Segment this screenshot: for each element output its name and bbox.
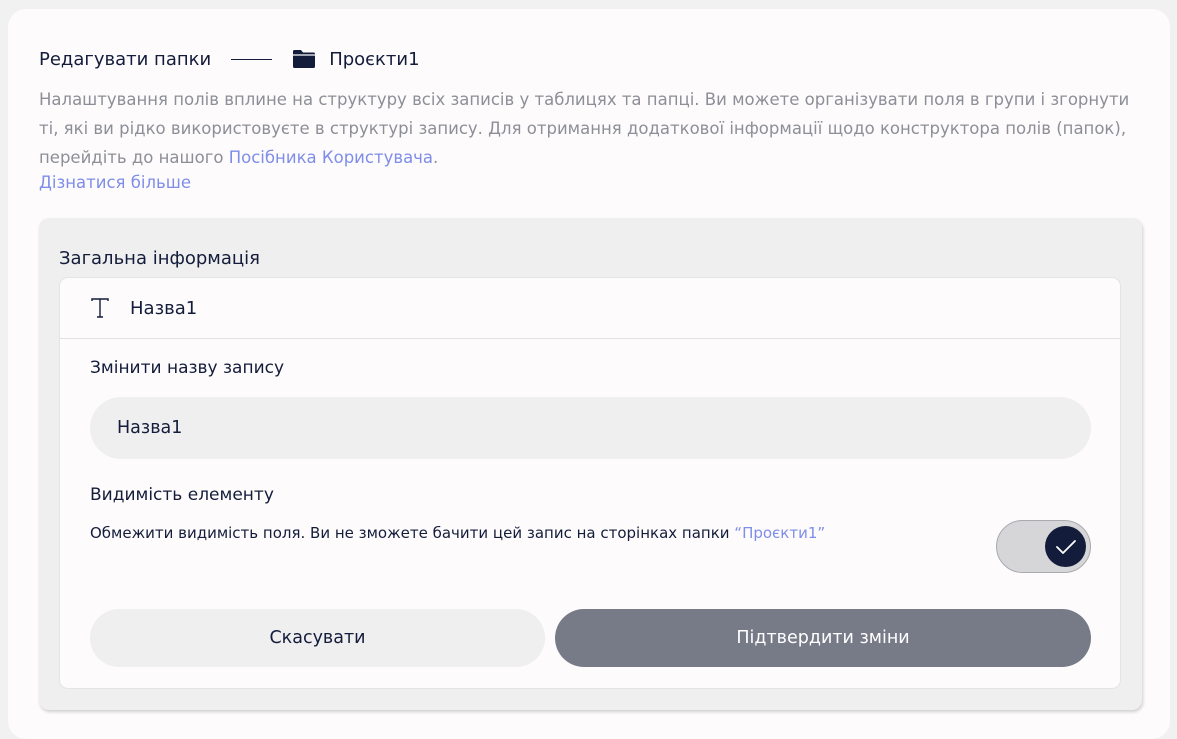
description-suffix: . — [433, 148, 439, 167]
visibility-toggle[interactable] — [996, 520, 1091, 573]
folder-icon — [293, 50, 316, 68]
visibility-description-text: Обмежити видимість поля. Ви не зможете б… — [90, 524, 735, 542]
breadcrumb-separator — [231, 58, 273, 60]
breadcrumb-root[interactable]: Редагувати папки — [39, 49, 211, 70]
visibility-description: Обмежити видимість поля. Ви не зможете б… — [90, 524, 970, 542]
visibility-label: Видимість елементу — [90, 485, 274, 505]
cancel-button[interactable]: Скасувати — [90, 609, 545, 667]
record-name-input[interactable] — [90, 397, 1091, 459]
user-guide-link[interactable]: Посібника Користувача — [229, 148, 433, 167]
field-card: Назва1 Змінити назву запису Видимість ел… — [59, 277, 1121, 689]
page-container: Редагувати папки Проєкти1 Налаштування п… — [8, 9, 1170, 739]
description-text: Налаштування полів вплине на структуру в… — [39, 90, 1130, 167]
check-icon — [1055, 539, 1076, 554]
rename-label: Змінити назву запису — [90, 358, 285, 378]
field-card-header[interactable]: Назва1 — [60, 278, 1120, 339]
learn-more-link[interactable]: Дізнатися більше — [39, 171, 191, 195]
breadcrumb: Редагувати папки Проєкти1 — [39, 47, 420, 71]
breadcrumb-current: Проєкти1 — [329, 48, 420, 70]
confirm-changes-button[interactable]: Підтвердити зміни — [555, 609, 1091, 667]
toggle-knob — [1045, 526, 1086, 567]
general-info-section: Загальна інформація Назва1 Змінити назву… — [39, 218, 1142, 710]
page-description: Налаштування полів вплине на структуру в… — [39, 85, 1149, 172]
section-title: Загальна інформація — [59, 248, 260, 269]
visibility-folder-link[interactable]: “Проєкти1” — [734, 524, 825, 542]
field-title: Назва1 — [130, 297, 198, 319]
text-type-icon — [91, 298, 109, 318]
